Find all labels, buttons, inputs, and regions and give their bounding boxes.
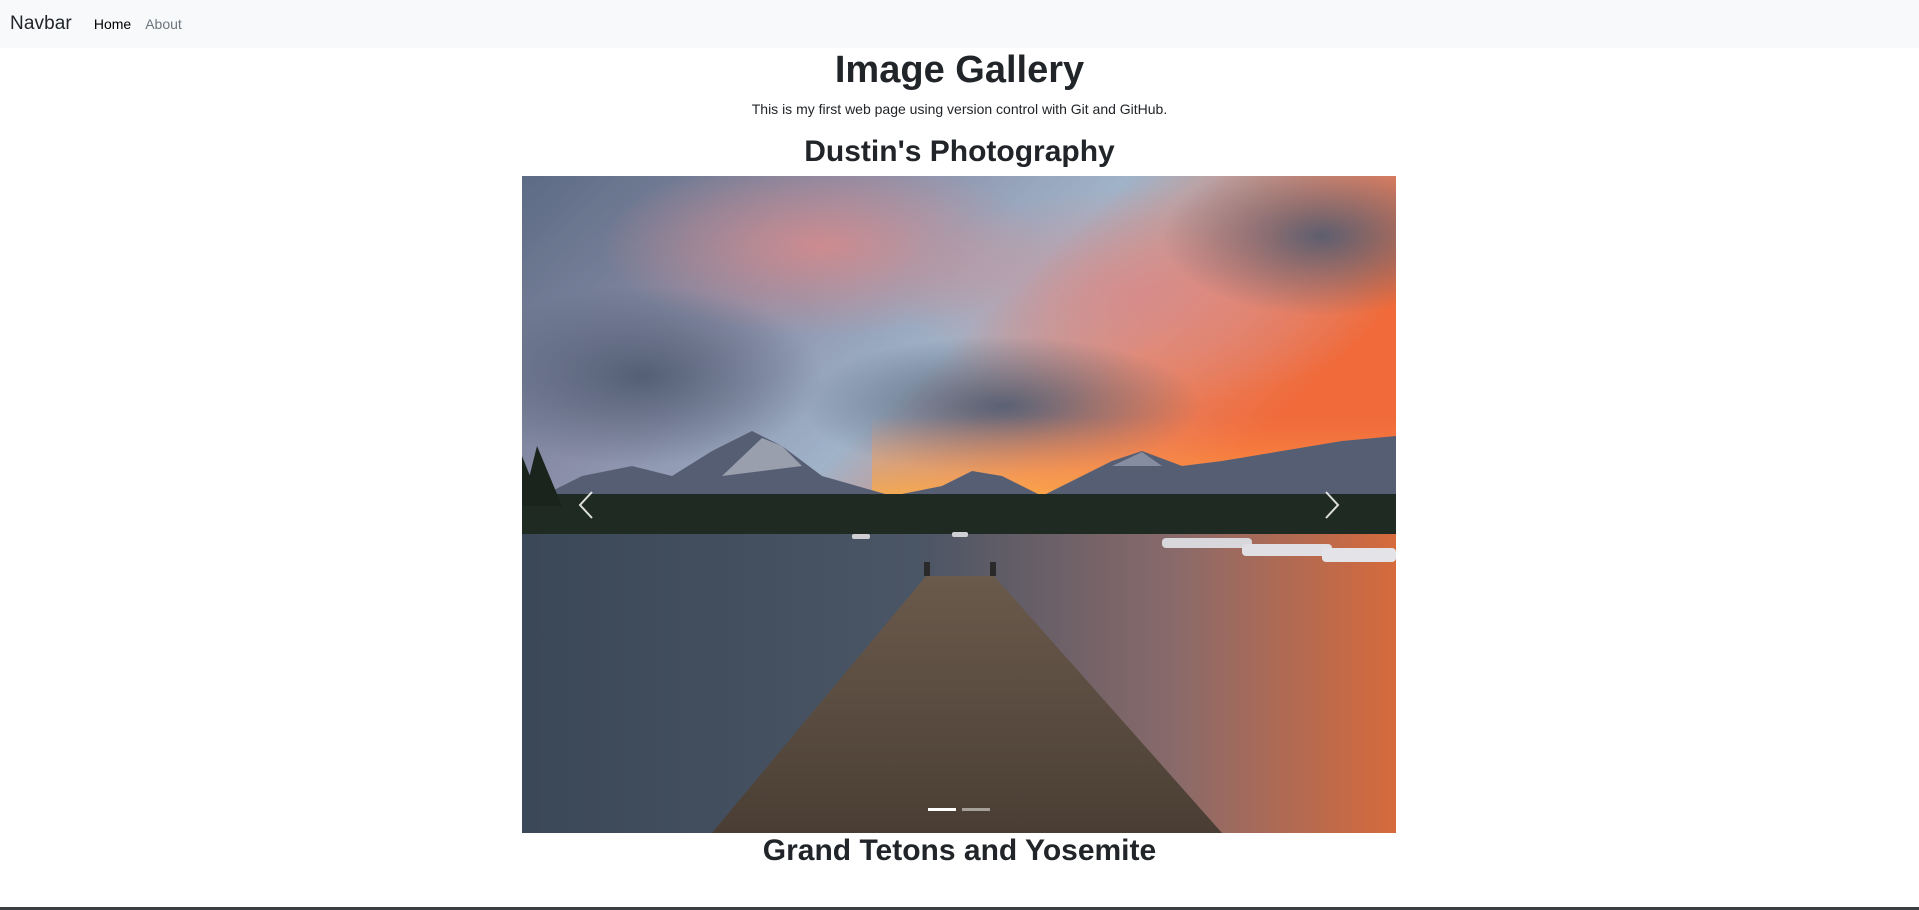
carousel-photo-sunset-dock — [522, 176, 1396, 833]
navbar-brand[interactable]: Navbar — [10, 13, 72, 35]
carousel-prev-button[interactable] — [522, 176, 652, 833]
navbar: Navbar Home About — [0, 0, 1919, 48]
carousel-next-button[interactable] — [1266, 176, 1396, 833]
gallery-caption-heading: Grand Tetons and Yosemite — [762, 834, 1157, 867]
page-subtitle: This is my first web page using version … — [751, 101, 1168, 117]
carousel-indicators — [522, 808, 1396, 811]
nav-link-about[interactable]: About — [145, 16, 182, 32]
nav-link-home[interactable]: Home — [94, 16, 131, 32]
gallery-heading: Dustin's Photography — [804, 135, 1115, 168]
chevron-left-icon — [578, 490, 593, 519]
carousel-indicator-2[interactable] — [962, 808, 990, 811]
page-title: Image Gallery — [834, 49, 1085, 91]
page: Navbar Home About Image Gallery This is … — [0, 0, 1919, 910]
image-carousel — [522, 176, 1396, 833]
carousel-indicator-1[interactable] — [928, 808, 956, 811]
chevron-right-icon — [1325, 490, 1340, 519]
